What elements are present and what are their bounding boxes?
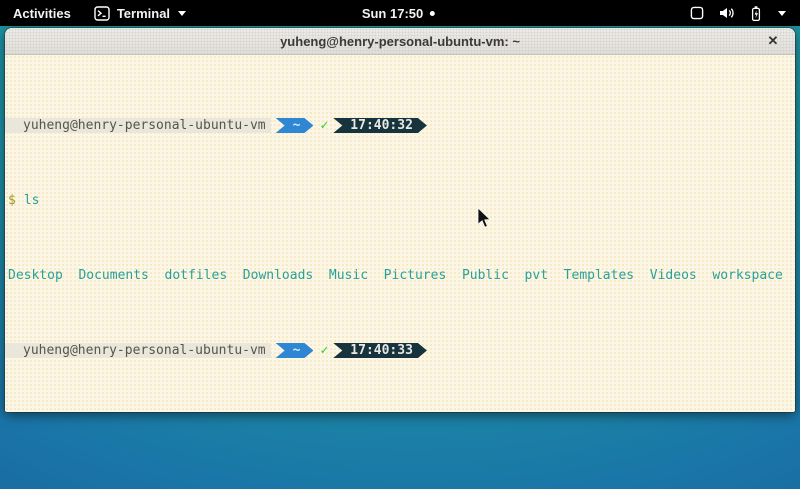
prompt-user-host: yuheng@henry-personal-ubuntu-vm — [5, 118, 271, 133]
system-tray[interactable] — [679, 0, 796, 26]
file-entry: dotfiles — [165, 268, 228, 283]
prompt-symbol: $ — [5, 193, 16, 208]
top-bar: Activities Terminal Sun 17:50 — [0, 0, 800, 26]
prompt-time-segment: 17:40:32 — [333, 118, 427, 133]
screen-icon — [689, 5, 705, 21]
command-line: $ ls — [5, 193, 795, 208]
prompt-user-host: yuheng@henry-personal-ubuntu-vm — [5, 343, 271, 358]
chevron-down-icon — [178, 11, 186, 16]
file-entry: Templates — [564, 268, 634, 283]
notification-dot-icon — [430, 11, 435, 16]
file-entry: Documents — [78, 268, 148, 283]
terminal-content[interactable]: yuheng@henry-personal-ubuntu-vm ~ ✓ 17:4… — [5, 55, 795, 411]
command-text: ls — [24, 193, 40, 208]
clock-button[interactable]: Sun 17:50 — [362, 0, 435, 26]
terminal-window: yuheng@henry-personal-ubuntu-vm: ~ ✕ yuh… — [5, 28, 795, 412]
status-check-icon: ✓ — [320, 343, 328, 358]
window-titlebar[interactable]: yuheng@henry-personal-ubuntu-vm: ~ ✕ — [5, 28, 795, 55]
status-check-icon: ✓ — [320, 118, 328, 133]
battery-charging-icon — [748, 5, 764, 22]
activities-button[interactable]: Activities — [0, 0, 84, 26]
file-entry: Videos — [650, 268, 697, 283]
file-entry: Public — [462, 268, 509, 283]
prompt-time-segment: 17:40:33 — [333, 343, 427, 358]
terminal-app-icon — [94, 6, 110, 21]
prompt-cwd-segment: ~ — [276, 343, 314, 358]
prompt-line: yuheng@henry-personal-ubuntu-vm ~ ✓ 17:4… — [5, 118, 795, 133]
file-entry: pvt — [525, 268, 548, 283]
clock-label: Sun 17:50 — [362, 6, 423, 21]
ls-output-line: Desktop Documents dotfiles Downloads Mus… — [5, 268, 795, 283]
app-menu-terminal[interactable]: Terminal — [84, 0, 196, 26]
chevron-down-icon — [778, 11, 786, 16]
prompt-line: yuheng@henry-personal-ubuntu-vm ~ ✓ 17:4… — [5, 343, 795, 358]
file-entry: Desktop — [8, 268, 63, 283]
close-button[interactable]: ✕ — [763, 31, 783, 51]
prompt-cwd-segment: ~ — [276, 118, 314, 133]
volume-icon — [718, 5, 735, 21]
mouse-cursor — [477, 207, 492, 234]
window-title: yuheng@henry-personal-ubuntu-vm: ~ — [280, 34, 520, 49]
file-entry: workspace — [712, 268, 782, 283]
app-menu-label: Terminal — [117, 6, 170, 21]
file-entry: Downloads — [243, 268, 313, 283]
file-entry: Pictures — [384, 268, 447, 283]
file-entry: Music — [329, 268, 368, 283]
